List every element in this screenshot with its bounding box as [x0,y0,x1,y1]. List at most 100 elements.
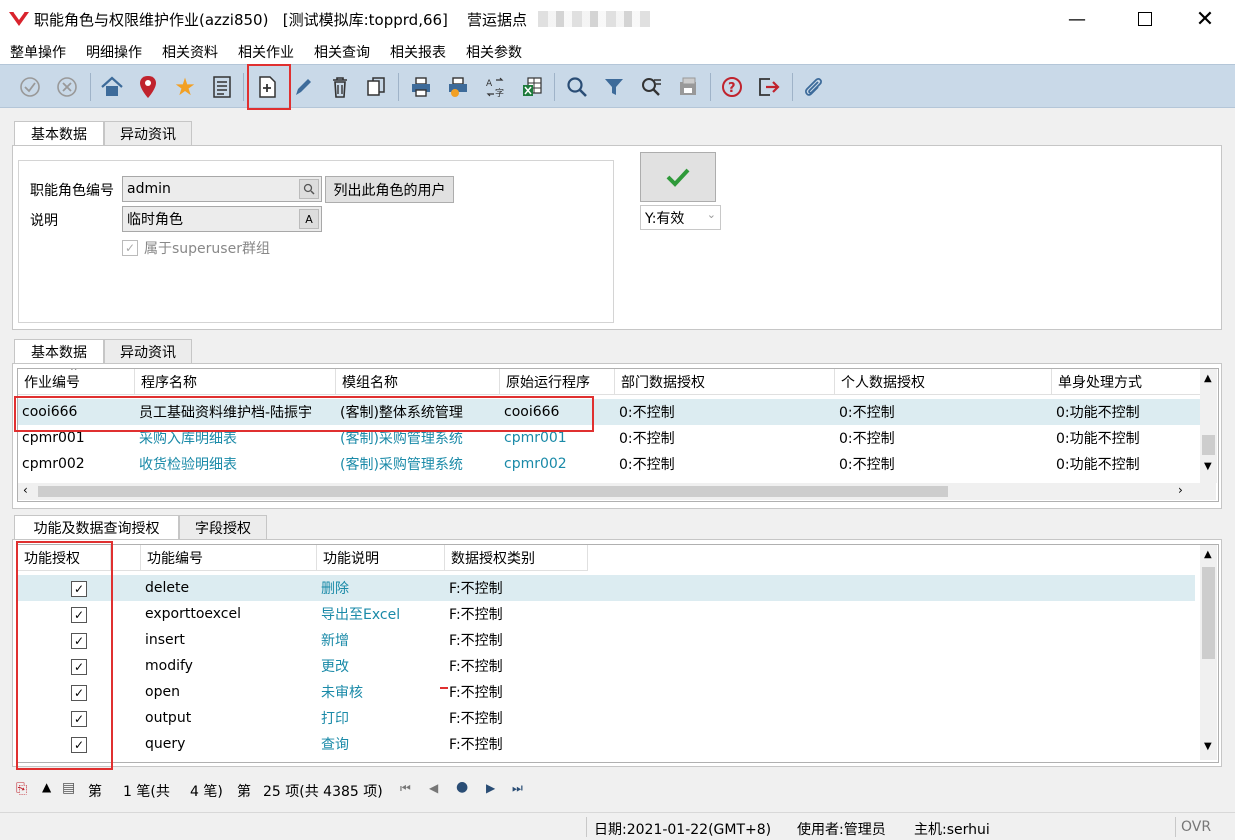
exit-icon[interactable] [753,71,785,103]
col-header[interactable]: 功能授权 [18,545,111,571]
chevron-up-icon[interactable]: ▲ [42,780,51,794]
print-icon[interactable] [405,71,437,103]
col-header[interactable]: 原始运行程序 [500,369,615,395]
function-checkbox[interactable]: ✓ [71,685,87,701]
scroll-down-icon[interactable]: ▼ [1204,741,1212,752]
last-page-icon[interactable]: ⏭ [512,781,523,796]
location-pin-icon[interactable] [132,71,164,103]
delete-trash-icon[interactable] [324,71,356,103]
exit-record-icon[interactable]: ⎘ [16,781,27,797]
pager-di: 第 [88,784,102,800]
scroll-up-icon[interactable]: ▲ [1204,549,1212,560]
col-header[interactable]: 功能编号 [141,545,317,571]
tab-change-info-2[interactable]: 异动资讯 [104,339,192,365]
attachment-icon[interactable] [797,71,829,103]
cell-module[interactable]: (客制)采购管理系统 [336,451,500,477]
scroll-left-icon[interactable]: ‹ [23,483,28,497]
tab-function-auth[interactable]: 功能及数据查询授权 [14,515,179,541]
scroll-up-icon[interactable]: ▲ [1204,373,1212,384]
prev-page-icon[interactable]: ◀ [429,781,438,795]
maximize-button[interactable] [1122,0,1168,38]
vertical-scrollbar[interactable]: ▲ ▼ [1200,369,1217,483]
cell-func-desc[interactable]: 新增 [317,627,445,653]
function-checkbox[interactable]: ✓ [71,633,87,649]
description-input[interactable]: 临时角色 A [122,206,322,232]
hscroll-thumb[interactable] [38,486,948,497]
menu-item[interactable]: 整单操作 [10,42,66,62]
col-header[interactable]: 单身处理方式 [1052,369,1201,395]
cell-func-desc[interactable]: 导出至Excel [317,601,445,627]
help-icon[interactable]: ? [716,71,748,103]
cell-func-desc[interactable]: 删除 [317,575,445,601]
translate-icon[interactable]: A字 [479,71,511,103]
cell-orig-prog[interactable]: cpmr002 [500,451,615,477]
first-page-icon[interactable]: ⏮ [400,781,411,796]
col-header[interactable]: 个人数据授权 [835,369,1052,395]
function-checkbox[interactable]: ✓ [71,607,87,623]
cell-func-desc[interactable]: 未审核 [317,679,445,705]
cell-func-id: open [145,684,180,700]
save-icon[interactable] [672,71,704,103]
print-preview-icon[interactable] [442,71,474,103]
list-icon[interactable] [206,71,238,103]
tab-change-info[interactable]: 异动资讯 [104,121,192,147]
check-icon[interactable] [14,71,46,103]
minimize-button[interactable]: — [1054,0,1100,38]
menu-item[interactable]: 相关查询 [314,42,370,62]
copy-icon[interactable] [360,71,392,103]
next-page-icon[interactable]: ▶ [486,781,495,795]
query-icon[interactable] [635,71,667,103]
menu-item[interactable]: 明细操作 [86,42,142,62]
cell-orig-prog[interactable]: cpmr001 [500,425,615,451]
horizontal-scrollbar[interactable]: ‹ › [18,483,1216,500]
cell-data-auth-type: F:不控制 [449,737,503,753]
vertical-scrollbar[interactable]: ▲ ▼ [1200,545,1217,760]
col-header[interactable]: 部门数据授权 [615,369,835,395]
cell-prog-name[interactable]: 采购入库明细表 [135,425,336,451]
home-icon[interactable] [96,71,128,103]
tab-basic-data-2[interactable]: 基本数据 [14,339,104,365]
export-excel-icon[interactable] [516,71,548,103]
list-users-button[interactable]: 列出此角色的用户 [325,176,454,203]
text-editor-icon[interactable]: A [299,209,319,229]
tab-basic-data[interactable]: 基本数据 [14,121,104,147]
cell-func-desc[interactable]: 打印 [317,705,445,731]
role-code-input[interactable]: admin [122,176,322,202]
function-checkbox[interactable]: ✓ [71,711,87,727]
search-icon[interactable] [561,71,593,103]
scroll-thumb[interactable] [1202,435,1215,455]
menu-item[interactable]: 相关参数 [466,42,522,62]
add-new-icon[interactable] [251,71,283,103]
col-header[interactable]: 功能说明 [317,545,445,571]
function-checkbox[interactable]: ✓ [71,659,87,675]
document-icon[interactable]: ▤ [62,780,75,796]
scroll-right-icon[interactable]: › [1178,483,1183,497]
current-page-icon[interactable]: ● [456,779,468,795]
function-checkbox[interactable]: ✓ [71,737,87,753]
scroll-thumb[interactable] [1202,567,1215,659]
tab-field-auth[interactable]: 字段授权 [179,515,267,541]
cell-func-desc[interactable]: 更改 [317,653,445,679]
edit-pencil-icon[interactable] [287,71,319,103]
status-select[interactable]: Y:有效 ⌄ [640,205,721,230]
cell-func-desc[interactable]: 查询 [317,731,445,757]
col-header[interactable]: 程序名称 [135,369,336,395]
scroll-down-icon[interactable]: ▼ [1204,461,1212,472]
confirm-status-button[interactable] [640,152,716,202]
superuser-checkbox[interactable]: ✓ 属于superuser群组 [122,238,270,258]
menu-item[interactable]: 相关资料 [162,42,218,62]
menu-item[interactable]: 相关报表 [390,42,446,62]
function-checkbox[interactable]: ✓ [71,581,87,597]
close-button[interactable]: ✕ [1182,0,1228,38]
star-icon[interactable]: ★ [169,71,201,103]
col-header[interactable]: 数据授权类别 [445,545,588,571]
col-header[interactable]: 模组名称 [336,369,500,395]
cancel-icon[interactable] [51,71,83,103]
filter-icon[interactable] [598,71,630,103]
cell-prog-id: cpmr001 [22,430,85,446]
status-date: 日期:2021-01-22(GMT+8) [594,822,772,838]
cell-module[interactable]: (客制)采购管理系统 [336,425,500,451]
cell-prog-name[interactable]: 收货检验明细表 [135,451,336,477]
lookup-icon[interactable] [299,179,319,199]
menu-item[interactable]: 相关作业 [238,42,294,62]
